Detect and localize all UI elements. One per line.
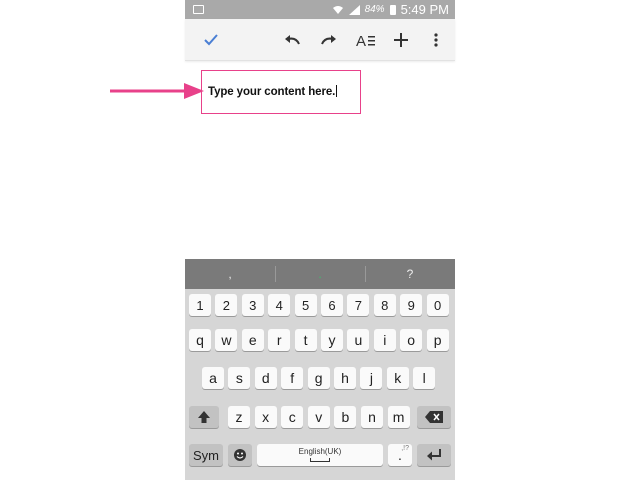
check-icon[interactable] [199, 28, 223, 52]
key-d[interactable]: d [254, 367, 277, 389]
signal-icon [348, 4, 360, 15]
shift-icon [198, 411, 210, 423]
key-5[interactable]: 5 [294, 294, 317, 316]
key-n[interactable]: n [361, 406, 383, 428]
key-m[interactable]: m [387, 406, 410, 428]
space-icon [310, 458, 330, 462]
status-bar: 84% 5:49 PM [185, 0, 455, 19]
key-g[interactable]: g [307, 367, 330, 389]
key-t[interactable]: t [294, 329, 317, 351]
key-3[interactable]: 3 [241, 294, 264, 316]
key-l[interactable]: l [413, 367, 436, 389]
more-vert-icon[interactable] [424, 28, 448, 52]
svg-text:A: A [356, 33, 366, 48]
key-a[interactable]: a [202, 367, 224, 389]
key-9[interactable]: 9 [400, 294, 423, 316]
shift-key[interactable] [189, 406, 219, 428]
key-h[interactable]: h [334, 367, 356, 389]
wifi-icon [332, 5, 344, 15]
key-k[interactable]: k [386, 367, 409, 389]
battery-percent: 84% [364, 4, 385, 15]
key-2[interactable]: 2 [215, 294, 238, 316]
suggestion-3[interactable]: ? [365, 259, 455, 289]
sym-key[interactable]: Sym [189, 444, 223, 466]
backspace-icon [425, 411, 443, 423]
suggestion-2[interactable]: . [275, 259, 365, 289]
key-j[interactable]: j [360, 367, 383, 389]
key-0[interactable]: 0 [426, 294, 449, 316]
enter-icon [427, 449, 441, 461]
key-1[interactable]: 1 [189, 294, 211, 316]
key-r[interactable]: r [268, 329, 291, 351]
key-q[interactable]: q [189, 329, 211, 351]
enter-key[interactable] [417, 444, 451, 466]
key-b[interactable]: b [334, 406, 357, 428]
space-key[interactable]: English(UK) [257, 444, 383, 466]
period-key-hint: ,!? [401, 445, 409, 452]
key-u[interactable]: u [347, 329, 370, 351]
document-text: Type your content here. [208, 86, 336, 98]
suggestion-strip: , . ? [185, 259, 455, 289]
key-s[interactable]: s [228, 367, 251, 389]
undo-icon[interactable] [280, 28, 304, 52]
add-icon[interactable] [389, 28, 413, 52]
key-z[interactable]: z [228, 406, 250, 428]
suggestion-1[interactable]: , [185, 259, 275, 289]
image-notification-icon [193, 5, 204, 14]
clock: 5:49 PM [400, 2, 449, 17]
space-key-label: English(UK) [298, 447, 342, 456]
period-key[interactable]: ,!? . [388, 444, 412, 466]
key-f[interactable]: f [281, 367, 304, 389]
key-i[interactable]: i [373, 329, 396, 351]
battery-icon [389, 4, 396, 15]
key-x[interactable]: x [254, 406, 277, 428]
key-p[interactable]: p [426, 329, 449, 351]
text-format-icon[interactable]: A [354, 28, 378, 52]
key-w[interactable]: w [215, 329, 238, 351]
key-v[interactable]: v [307, 406, 330, 428]
redo-icon[interactable] [317, 28, 341, 52]
key-6[interactable]: 6 [321, 294, 343, 316]
key-y[interactable]: y [321, 329, 343, 351]
toolbar: A [185, 19, 455, 61]
emoji-key[interactable] [228, 444, 252, 466]
key-e[interactable]: e [241, 329, 264, 351]
annotation-arrow-icon [110, 83, 204, 99]
backspace-key[interactable] [417, 406, 451, 428]
key-c[interactable]: c [281, 406, 304, 428]
key-7[interactable]: 7 [347, 294, 370, 316]
key-4[interactable]: 4 [268, 294, 291, 316]
key-o[interactable]: o [400, 329, 423, 351]
keyboard: 1234567890 qwertyuiop asdfghjkl zxcvbnm … [185, 289, 455, 480]
document-body[interactable]: Type your content here. [208, 85, 338, 98]
key-8[interactable]: 8 [373, 294, 396, 316]
emoji-icon [234, 449, 246, 461]
text-cursor [336, 85, 338, 97]
